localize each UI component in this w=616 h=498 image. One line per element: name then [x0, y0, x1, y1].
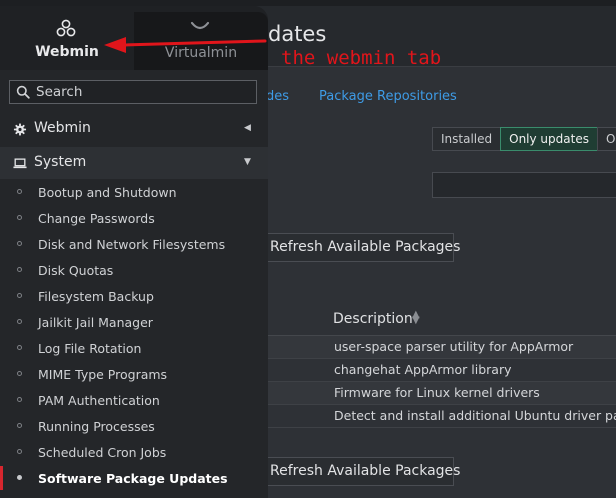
bullet-icon — [17, 345, 22, 350]
bullet-icon — [17, 449, 22, 454]
filter-installed-button[interactable]: Installed — [432, 127, 502, 151]
refresh-packages-button-top[interactable]: Refresh Available Packages — [254, 233, 460, 262]
row-description: changehat AppArmor library — [334, 362, 512, 377]
caret-down-icon: ▼ — [244, 157, 251, 167]
package-filter-input[interactable] — [432, 172, 616, 198]
refresh-packages-button-bottom[interactable]: Refresh Available Packages — [254, 457, 460, 486]
menu-item-label: Scheduled Cron Jobs — [38, 445, 167, 460]
menu-item-label: Disk and Network Filesystems — [38, 237, 226, 252]
bullet-icon — [17, 215, 22, 220]
search-input[interactable] — [36, 83, 252, 101]
sidebar-item-change-passwords[interactable]: Change Passwords — [0, 205, 268, 231]
bullet-icon — [17, 293, 22, 298]
menu-item-label: Log File Rotation — [38, 341, 142, 356]
menu-item-label: Change Passwords — [38, 211, 155, 226]
caret-left-icon: ◀ — [244, 123, 251, 133]
filter-only-updates-button[interactable]: Only updates — [500, 127, 598, 151]
menu-item-label: Running Processes — [38, 419, 155, 434]
virtualmin-logo-icon — [190, 21, 210, 30]
bullet-icon — [17, 189, 22, 194]
table-row[interactable]: Firmware for Linux kernel drivers — [268, 382, 616, 405]
system-menu: Bootup and Shutdown Change Passwords Dis… — [0, 179, 268, 491]
search-icon — [16, 85, 30, 99]
row-description: user-space parser utility for AppArmor — [334, 339, 574, 354]
sidebar-item-disk-network-filesystems[interactable]: Disk and Network Filesystems — [0, 231, 268, 257]
sidebar-search — [9, 80, 257, 104]
sidebar-item-pam-authentication[interactable]: PAM Authentication — [0, 387, 268, 413]
sidebar-item-running-processes[interactable]: Running Processes — [0, 413, 268, 439]
menu-item-label: Filesystem Backup — [38, 289, 154, 304]
sidebar-item-jailkit-jail-manager[interactable]: Jailkit Jail Manager — [0, 309, 268, 335]
sidebar-item-scheduled-cron-jobs[interactable]: Scheduled Cron Jobs — [0, 439, 268, 465]
sidebar-item-disk-quotas[interactable]: Disk Quotas — [0, 257, 268, 283]
sidebar-section-webmin[interactable]: Webmin ◀ — [0, 113, 268, 145]
sort-icon[interactable]: ▲ ▼ — [412, 310, 420, 326]
menu-item-label: Jailkit Jail Manager — [38, 315, 153, 330]
sidebar: Webmin Virtualmin Webmin ◀ — [0, 6, 268, 498]
menu-item-label: Disk Quotas — [38, 263, 114, 278]
bullet-icon — [17, 397, 22, 402]
menu-item-label: PAM Authentication — [38, 393, 160, 408]
laptop-icon — [13, 158, 27, 169]
annotation-arrow — [104, 37, 267, 53]
package-table: Description ▲ ▼ user-space parser utility… — [268, 299, 616, 428]
menu-item-label: Software Package Updates — [38, 471, 228, 486]
menu-item-label: Bootup and Shutdown — [38, 185, 177, 200]
table-header: Description ▲ ▼ — [268, 299, 616, 336]
sidebar-section-system[interactable]: System ▼ — [0, 147, 268, 179]
table-row[interactable]: user-space parser utility for AppArmor — [268, 336, 616, 359]
table-row[interactable]: changehat AppArmor library — [268, 359, 616, 382]
table-body: user-space parser utility for AppArmor c… — [268, 336, 616, 428]
sidebar-item-mime-type-programs[interactable]: MIME Type Programs — [0, 361, 268, 387]
bullet-icon — [17, 267, 22, 272]
bullet-icon — [17, 241, 22, 246]
section-label: System — [34, 154, 87, 170]
bullet-icon — [17, 319, 22, 324]
filter-button-group: Installed Only updates Only — [432, 127, 616, 151]
tab-package-repositories[interactable]: Package Repositories — [319, 89, 457, 104]
table-row[interactable]: Detect and install additional Ubuntu dri… — [268, 405, 616, 428]
section-label: Webmin — [34, 120, 91, 136]
bullet-icon — [17, 475, 22, 480]
annotation-label: the webmin tab — [281, 47, 442, 69]
row-description: Detect and install additional Ubuntu dri… — [334, 408, 616, 423]
row-description: Firmware for Linux kernel drivers — [334, 385, 540, 400]
sidebar-item-filesystem-backup[interactable]: Filesystem Backup — [0, 283, 268, 309]
sidebar-item-bootup-shutdown[interactable]: Bootup and Shutdown — [0, 179, 268, 205]
sidebar-item-software-package-updates[interactable]: Software Package Updates — [0, 465, 268, 491]
bullet-icon — [17, 423, 22, 428]
menu-item-label: MIME Type Programs — [38, 367, 168, 382]
bullet-icon — [17, 371, 22, 376]
gear-icon — [13, 123, 27, 136]
tab-updates[interactable]: des — [266, 89, 289, 104]
description-column-header[interactable]: Description — [333, 311, 413, 327]
active-indicator — [0, 466, 3, 490]
sidebar-item-log-file-rotation[interactable]: Log File Rotation — [0, 335, 268, 361]
webmin-logo-icon — [56, 19, 76, 37]
filter-only-button[interactable]: Only — [596, 127, 616, 151]
